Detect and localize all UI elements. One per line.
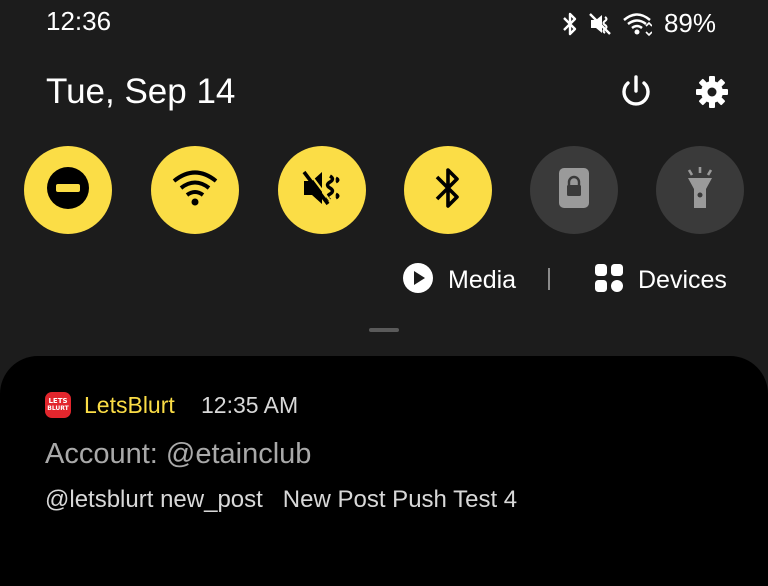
letsblurt-app-icon: LETS BLURT bbox=[45, 392, 71, 418]
flashlight-icon bbox=[682, 165, 718, 216]
vibrate-mute-icon bbox=[588, 11, 614, 37]
lock-icon bbox=[557, 166, 591, 215]
divider bbox=[548, 268, 550, 290]
devices-label: Devices bbox=[638, 265, 727, 294]
bluetooth-icon bbox=[430, 164, 466, 217]
devices-grid-icon bbox=[594, 263, 624, 298]
settings-button[interactable] bbox=[688, 70, 736, 118]
wifi-icon bbox=[171, 167, 219, 214]
media-button[interactable]: Media bbox=[402, 258, 516, 302]
play-icon bbox=[402, 262, 434, 299]
bluetooth-icon bbox=[560, 11, 580, 37]
notification-card[interactable] bbox=[0, 356, 768, 586]
app-icon-text-bottom: BLURT bbox=[47, 405, 69, 412]
tile-flashlight[interactable] bbox=[656, 146, 744, 234]
notification-body: @letsblurt new_post New Post Push Test 4 bbox=[45, 486, 518, 513]
notification-time: 12:35 AM bbox=[201, 392, 299, 418]
notification-app-name: LetsBlurt bbox=[84, 392, 175, 418]
status-bar: 12:36 89% bbox=[0, 0, 768, 48]
power-button[interactable] bbox=[612, 70, 660, 118]
battery-percent: 89% bbox=[663, 8, 716, 38]
quick-settings-tiles bbox=[24, 146, 744, 236]
media-label: Media bbox=[448, 265, 517, 294]
devices-button[interactable]: Devices bbox=[594, 258, 727, 302]
panel-drag-handle[interactable] bbox=[369, 328, 399, 332]
notification-title: Account: @etainclub bbox=[45, 438, 312, 470]
tile-secure-folder[interactable] bbox=[530, 146, 618, 234]
minus-circle-icon bbox=[45, 165, 91, 216]
date-label: Tue, Sep 14 bbox=[46, 72, 236, 111]
power-icon bbox=[617, 73, 655, 116]
vibrate-mute-icon bbox=[298, 166, 346, 215]
gear-icon bbox=[694, 74, 730, 115]
status-time: 12:36 bbox=[46, 6, 112, 36]
tile-do-not-disturb[interactable] bbox=[24, 146, 112, 234]
tile-sound-mode[interactable] bbox=[278, 146, 366, 234]
tile-wifi[interactable] bbox=[151, 146, 239, 234]
status-icons: 89% bbox=[560, 8, 716, 39]
tile-bluetooth[interactable] bbox=[404, 146, 492, 234]
wifi-icon bbox=[622, 11, 652, 37]
app-icon-text-top: LETS bbox=[48, 397, 68, 405]
